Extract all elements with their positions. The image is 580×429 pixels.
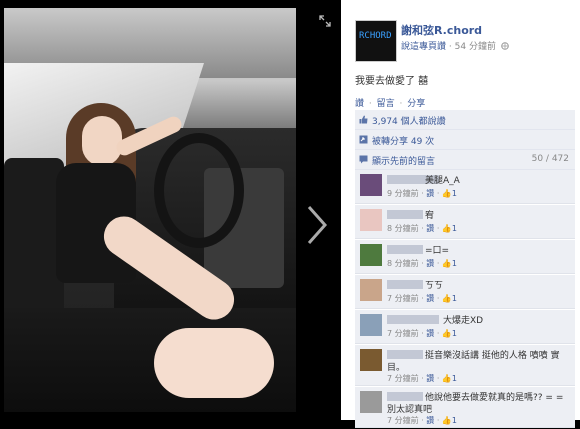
thumbs-up-icon: 👍 [441,189,452,198]
comment-text-line-2: 目。 [387,363,406,373]
comment-item: 宥 8 分鐘前 · 讚 · 👍1 [355,205,575,239]
commenter-avatar[interactable] [360,391,382,413]
comment-text: 宥 [425,211,435,221]
comment-meta: 7 分鐘前 · 讚 · 👍1 [387,416,457,425]
expand-icon[interactable] [319,15,331,27]
comment-like-link[interactable]: 讚 [426,224,434,233]
comment-like-link[interactable]: 讚 [426,259,434,268]
commenter-name[interactable] [387,210,423,219]
post-actions: 讚 · 留言 · 分享 [355,96,425,109]
comment-list: 美腿A_A 9 分鐘前 · 讚 · 👍1 宥 8 分鐘前 · 讚 · 👍1 =口… [355,170,575,429]
comment-count: 50 / 472 [531,154,569,164]
post-text: 我要去做愛了 囍 [355,76,429,87]
comment-meta: 7 分鐘前 · 讚 · 👍1 [387,329,457,338]
post-header: RCHORD 謝和弦R.chord 說這專頁讚 · 54 分鐘前 [355,18,575,63]
dot-separator: · [368,99,372,109]
commenter-name[interactable] [387,350,423,359]
post-meta: 說這專頁讚 · 54 分鐘前 [401,39,509,52]
previous-comments-row[interactable]: 顯示先前的留言 50 / 472 [355,150,575,170]
post-panel: RCHORD 謝和弦R.chord 說這專頁讚 · 54 分鐘前 我要去做愛了 … [341,0,580,428]
comment-link[interactable]: 留言 [377,99,395,109]
likes-count[interactable]: 3,974 個人都說讚 [372,114,446,127]
page-name-link[interactable]: 謝和弦R.chord [401,22,482,38]
comment-text: =口= [425,246,450,256]
commenter-name[interactable] [387,315,439,324]
shares-count[interactable]: 被轉分享 49 次 [372,134,434,147]
commenter-name[interactable] [387,392,423,401]
comment-meta: 8 分鐘前 · 讚 · 👍1 [387,259,457,268]
thumbs-up-icon: 👍 [441,259,452,268]
likes-row[interactable]: 3,974 個人都說讚 [355,110,575,130]
thumbs-up-icon: 👍 [441,224,452,233]
comment-item: 美腿A_A 9 分鐘前 · 讚 · 👍1 [355,170,575,204]
shares-row[interactable]: 被轉分享 49 次 [355,130,575,150]
photo-viewer [0,0,340,420]
page-avatar[interactable]: RCHORD [355,20,397,62]
thumbs-up-icon: 👍 [441,416,452,425]
thumbs-up-icon: 👍 [441,374,452,383]
share-link[interactable]: 分享 [407,99,425,109]
comment-meta: 7 分鐘前 · 讚 · 👍1 [387,374,457,383]
comment-text-line-2: 別太認真吧 [387,405,433,415]
like-page-link[interactable]: 說這專頁讚 [401,42,446,52]
comment-icon [359,155,368,164]
comment-meta: 9 分鐘前 · 讚 · 👍1 [387,189,457,198]
comment-text: 他說他要去做愛就真的是嗎?? = = [425,393,564,403]
globe-icon [501,42,509,50]
comment-meta: 7 分鐘前 · 讚 · 👍1 [387,294,457,303]
comment-item: ㄎㄎ 7 分鐘前 · 讚 · 👍1 [355,275,575,309]
comment-text: 挺音樂沒話講 挺他的人格 噴噴 實 [425,351,560,361]
thumbs-up-icon: 👍 [441,329,452,338]
comment-item: 挺音樂沒話講 挺他的人格 噴噴 實 目。 7 分鐘前 · 讚 · 👍1 [355,345,575,386]
chevron-right-icon[interactable] [305,205,329,245]
dot-separator: · [399,99,403,109]
post-stats: 3,974 個人都說讚 被轉分享 49 次 顯示先前的留言 50 / 472 [355,110,575,170]
commenter-avatar[interactable] [360,174,382,196]
comment-like-link[interactable]: 讚 [426,329,434,338]
previous-comments-link[interactable]: 顯示先前的留言 [372,154,435,167]
comment-item: =口= 8 分鐘前 · 讚 · 👍1 [355,240,575,274]
comment-item: 他說他要去做愛就真的是嗎?? = = 別太認真吧 7 分鐘前 · 讚 · 👍1 [355,387,575,428]
commenter-name[interactable] [387,245,423,254]
commenter-name[interactable] [387,280,423,289]
comment-like-link[interactable]: 讚 [426,189,434,198]
commenter-avatar[interactable] [360,279,382,301]
thumbs-up-icon: 👍 [441,294,452,303]
commenter-avatar[interactable] [360,209,382,231]
comment-text: ㄎㄎ [425,281,444,291]
post-photo[interactable] [4,8,296,412]
commenter-avatar[interactable] [360,314,382,336]
like-link[interactable]: 讚 [355,99,364,109]
comment-like-link[interactable]: 讚 [426,374,434,383]
post-time[interactable]: 54 分鐘前 [455,42,496,52]
commenter-avatar[interactable] [360,244,382,266]
comment-meta: 8 分鐘前 · 讚 · 👍1 [387,224,457,233]
comment-like-link[interactable]: 讚 [426,294,434,303]
commenter-avatar[interactable] [360,349,382,371]
avatar-logo: RCHORD [359,31,392,41]
comment-like-link[interactable]: 讚 [426,416,434,425]
comment-item: 大爆走XD 7 分鐘前 · 讚 · 👍1 [355,310,575,344]
share-icon [359,135,368,144]
comment-text: 大爆走XD [443,316,484,326]
thumbs-up-icon [359,115,368,124]
comment-text: 美腿A_A [425,176,460,186]
